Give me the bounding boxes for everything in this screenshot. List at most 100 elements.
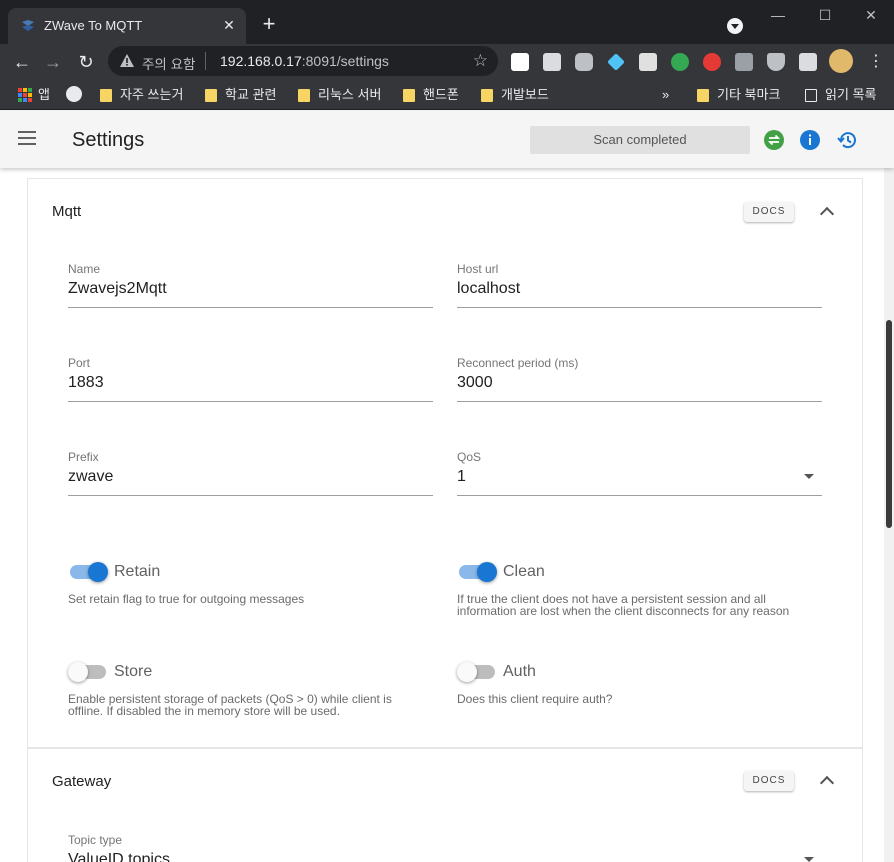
store-toggle[interactable]	[68, 662, 108, 682]
toggle-thumb	[457, 662, 477, 682]
reload-icon[interactable]: ↻	[74, 50, 98, 74]
history-icon[interactable]	[837, 129, 859, 151]
extension-shield-icon[interactable]	[767, 53, 785, 71]
host-url-field[interactable]: Host url localhost	[457, 262, 822, 308]
bookmarks-overflow-button[interactable]: »	[654, 85, 669, 105]
name-value[interactable]: Zwavejs2Mqtt	[68, 280, 167, 298]
extension-diamond-icon[interactable]	[607, 53, 625, 71]
folder-icon	[205, 89, 217, 102]
host-url-label: Host url	[457, 262, 499, 276]
retain-hint: Set retain flag to true for outgoing mes…	[68, 592, 305, 606]
auth-toggle[interactable]	[457, 662, 497, 682]
tab-search-icon[interactable]	[727, 18, 743, 34]
toggle-thumb	[68, 662, 88, 682]
reading-list-icon	[805, 89, 817, 102]
forward-arrow-icon[interactable]: →	[41, 50, 65, 74]
extensions-puzzle-icon[interactable]	[799, 53, 817, 71]
bookmarks-bar: 앱 자주 쓰는거 학교 관련 리눅스 서버 핸드폰 개발보드 » 기타 북마크 …	[0, 80, 894, 110]
new-tab-button[interactable]: +	[258, 13, 280, 36]
warning-icon[interactable]	[120, 54, 134, 67]
address-bar[interactable]: 주의 요함 192.168.0.17:8091/settings ☆	[108, 46, 498, 76]
window-close-button[interactable]: ✕	[860, 6, 882, 24]
name-label: Name	[68, 262, 101, 276]
url-path: :8091/settings	[301, 53, 389, 69]
extension-id-icon[interactable]	[671, 53, 689, 71]
reading-list-button[interactable]: 읽기 목록	[805, 85, 876, 105]
prefix-field[interactable]: Prefix zwave	[68, 450, 433, 496]
toggle-thumb	[477, 562, 497, 582]
browser-tab[interactable]: ZWave To MQTT ✕	[8, 8, 246, 44]
globe-icon[interactable]	[66, 86, 82, 102]
page-scrollbar[interactable]	[884, 168, 894, 862]
auth-label[interactable]: Auth	[503, 663, 536, 681]
qos-label: QoS	[457, 450, 482, 464]
clean-label[interactable]: Clean	[503, 563, 545, 581]
chevron-up-icon[interactable]	[819, 204, 835, 220]
settings-content[interactable]: Mqtt DOCS Name Zwavejs2Mqtt Host url loc…	[0, 168, 884, 862]
bookmark-apps[interactable]: 앱	[18, 85, 50, 105]
security-status-label[interactable]: 주의 요함	[142, 53, 195, 73]
folder-icon	[481, 89, 493, 102]
retain-label[interactable]: Retain	[114, 563, 160, 581]
extension-camera-icon[interactable]	[575, 53, 593, 71]
bookmark-label: 개발보드	[501, 87, 549, 102]
store-label[interactable]: Store	[114, 663, 152, 681]
bookmark-folder[interactable]: 학교 관련	[205, 85, 276, 105]
name-field[interactable]: Name Zwavejs2Mqtt	[68, 262, 433, 308]
bookmark-label: 학교 관련	[225, 87, 277, 102]
minimize-button[interactable]: —	[767, 6, 789, 24]
gateway-panel-title[interactable]: Gateway	[52, 773, 111, 790]
qos-value[interactable]: 1	[457, 468, 466, 486]
toggle-thumb	[88, 562, 108, 582]
prefix-value[interactable]: zwave	[68, 468, 113, 486]
omnibox-divider	[205, 52, 206, 70]
browser-toolbar: ← → ↻ 주의 요함 192.168.0.17:8091/settings ☆…	[0, 44, 894, 80]
browser-menu-icon[interactable]: ⋮	[868, 52, 884, 72]
menu-icon[interactable]	[18, 131, 36, 145]
clean-toggle[interactable]	[457, 562, 497, 582]
bookmark-folder[interactable]: 자주 쓰는거	[100, 85, 183, 105]
reading-list-label: 읽기 목록	[825, 87, 877, 102]
extension-adblock-icon[interactable]	[703, 53, 721, 71]
tab-title: ZWave To MQTT	[44, 18, 143, 33]
reconnect-period-value[interactable]: 3000	[457, 374, 493, 392]
store-hint-line-2: offline. If disabled the in memory store…	[68, 704, 340, 718]
bookmark-folder[interactable]: 리눅스 서버	[298, 85, 381, 105]
extension-download-icon[interactable]	[511, 53, 529, 71]
dropdown-arrow-icon[interactable]	[804, 474, 814, 479]
dropdown-arrow-icon[interactable]	[804, 857, 814, 862]
mqtt-panel-title[interactable]: Mqtt	[52, 203, 81, 220]
chevron-up-icon[interactable]	[819, 773, 835, 789]
gateway-docs-button[interactable]: DOCS	[744, 771, 794, 791]
bookmark-other-folder[interactable]: 기타 북마크	[697, 85, 780, 105]
bookmark-folder[interactable]: 핸드폰	[403, 85, 459, 105]
folder-icon	[100, 89, 112, 102]
topic-type-select[interactable]: Topic type ValueID topics	[68, 833, 822, 862]
url-text[interactable]: 192.168.0.17:8091/settings	[220, 53, 389, 69]
port-field[interactable]: Port 1883	[68, 356, 433, 402]
topic-type-value[interactable]: ValueID topics	[68, 851, 170, 862]
extension-user-icon[interactable]	[735, 53, 753, 71]
sync-icon[interactable]	[763, 129, 785, 151]
retain-toggle[interactable]	[68, 562, 108, 582]
info-icon[interactable]	[799, 129, 821, 151]
maximize-button[interactable]: ☐	[814, 6, 836, 24]
folder-icon	[298, 89, 310, 102]
scrollbar-thumb[interactable]	[886, 320, 892, 528]
folder-icon	[403, 89, 415, 102]
mqtt-docs-button[interactable]: DOCS	[744, 202, 794, 222]
profile-avatar[interactable]	[829, 49, 853, 73]
extension-window-icon[interactable]	[543, 53, 561, 71]
port-value[interactable]: 1883	[68, 374, 104, 392]
back-arrow-icon[interactable]: ←	[10, 50, 34, 74]
reconnect-period-field[interactable]: Reconnect period (ms) 3000	[457, 356, 822, 402]
prefix-label: Prefix	[68, 450, 99, 464]
extension-print-icon[interactable]	[639, 53, 657, 71]
clean-hint-line-2: information are lost when the client dis…	[457, 604, 790, 618]
qos-select[interactable]: QoS 1	[457, 450, 822, 496]
mqtt-panel: Mqtt DOCS Name Zwavejs2Mqtt Host url loc…	[27, 178, 863, 748]
tab-close-icon[interactable]: ✕	[220, 16, 238, 34]
bookmark-star-icon[interactable]: ☆	[473, 51, 488, 71]
bookmark-folder[interactable]: 개발보드	[481, 85, 549, 105]
host-url-value[interactable]: localhost	[457, 280, 520, 298]
